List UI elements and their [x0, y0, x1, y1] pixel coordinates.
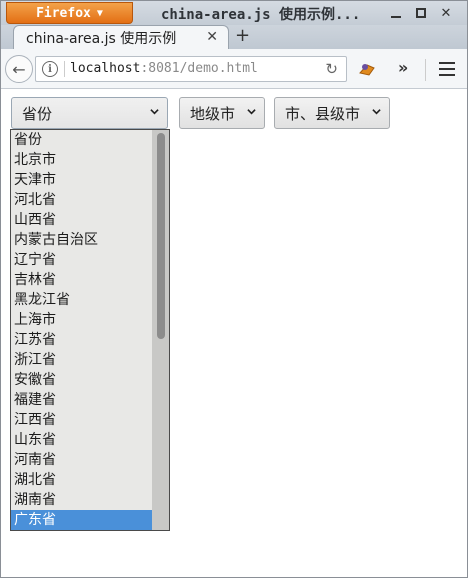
dropdown-option[interactable]: 吉林省 [11, 270, 153, 290]
window-title: china-area.js 使用示例... [161, 7, 361, 23]
url-text[interactable]: localhost:8081/demo.html [70, 61, 258, 76]
title-bar: Firefox ▼ china-area.js 使用示例... ✕ [1, 1, 467, 25]
county-select[interactable]: 市、县级市 [274, 97, 390, 129]
overflow-icon[interactable]: » [398, 58, 408, 77]
url-path: :8081/demo.html [140, 61, 258, 76]
firefox-button-label: Firefox [36, 5, 91, 21]
city-select[interactable]: 地级市 [179, 97, 265, 129]
chevron-down-icon [247, 109, 256, 115]
option-list: 省份 北京市 天津市 河北省 山西省 内蒙古自治区 辽宁省 吉林省 黑龙江省 上海市 江苏省 浙江省安… [11, 130, 169, 530]
page-content: 省份 地级市 市、县级市 省份 北京市 天津市 河北省 山西省 内蒙古自治区 辽宁省 吉林省黑… [1, 90, 467, 577]
url-bar[interactable]: i localhost:8081/demo.html ↻ [35, 56, 347, 82]
dropdown-option[interactable]: 河南省 [11, 450, 153, 470]
chevron-down-icon [150, 109, 159, 115]
tab-demo[interactable]: china-area.js 使用示例 ✕ [13, 25, 229, 49]
url-host: localhost [70, 61, 141, 76]
dropdown-option[interactable]: 辽宁省 [11, 250, 153, 270]
dropdown-option[interactable]: 江苏省 [11, 330, 153, 350]
nav-separator [425, 59, 426, 81]
firefox-menu-button[interactable]: Firefox ▼ [6, 2, 133, 24]
scrollbar-thumb[interactable] [157, 133, 165, 339]
maximize-icon[interactable] [412, 4, 430, 22]
dropdown-option[interactable]: 省份 [11, 130, 153, 150]
dropdown-option[interactable]: 安徽省 [11, 370, 153, 390]
city-select-label: 地级市 [190, 104, 236, 123]
chevron-down-icon [372, 109, 381, 115]
minimize-icon[interactable] [387, 4, 405, 22]
dropdown-option[interactable]: 湖北省 [11, 470, 153, 490]
extension-icon[interactable] [357, 59, 377, 79]
info-icon[interactable]: i [42, 61, 58, 77]
scrollbar-track[interactable] [152, 130, 169, 530]
close-icon[interactable]: ✕ [437, 4, 455, 22]
back-icon[interactable]: ← [5, 55, 33, 83]
dropdown-option[interactable]: 福建省 [11, 390, 153, 410]
province-select[interactable]: 省份 [11, 97, 168, 129]
dropdown-option[interactable]: 湖南省 [11, 490, 153, 510]
dropdown-option[interactable]: 天津市 [11, 170, 153, 190]
tab-strip: china-area.js 使用示例 ✕ + [1, 25, 467, 49]
dropdown-option[interactable]: 广东省 [11, 510, 153, 530]
browser-window: Firefox ▼ china-area.js 使用示例... ✕ china-… [0, 0, 468, 578]
province-select-label: 省份 [22, 104, 53, 123]
new-tab-icon[interactable]: + [235, 25, 250, 46]
dropdown-option[interactable]: 黑龙江省 [11, 290, 153, 310]
dropdown-option[interactable]: 山西省 [11, 210, 153, 230]
tab-close-icon[interactable]: ✕ [206, 29, 218, 45]
dropdown-option[interactable]: 江西省 [11, 410, 153, 430]
dropdown-option[interactable]: 浙江省 [11, 350, 153, 370]
dropdown-option[interactable]: 河北省 [11, 190, 153, 210]
dropdown-option[interactable]: 北京市 [11, 150, 153, 170]
dropdown-option[interactable]: 内蒙古自治区 [11, 230, 153, 250]
menu-icon[interactable] [439, 62, 455, 80]
tab-title: china-area.js 使用示例 [26, 30, 177, 47]
dropdown-option[interactable]: 上海市 [11, 310, 153, 330]
chevron-down-icon: ▼ [96, 7, 103, 19]
province-dropdown-list[interactable]: 省份 北京市 天津市 河北省 山西省 内蒙古自治区 辽宁省 吉林省 黑龙江省 上海市 江苏省 浙江省安… [10, 129, 170, 531]
url-separator [64, 61, 65, 77]
nav-bar: ← i localhost:8081/demo.html ↻ » [1, 49, 467, 89]
reload-icon[interactable]: ↻ [325, 60, 338, 78]
dropdown-option[interactable]: 山东省 [11, 430, 153, 450]
county-select-label: 市、县级市 [285, 104, 361, 123]
